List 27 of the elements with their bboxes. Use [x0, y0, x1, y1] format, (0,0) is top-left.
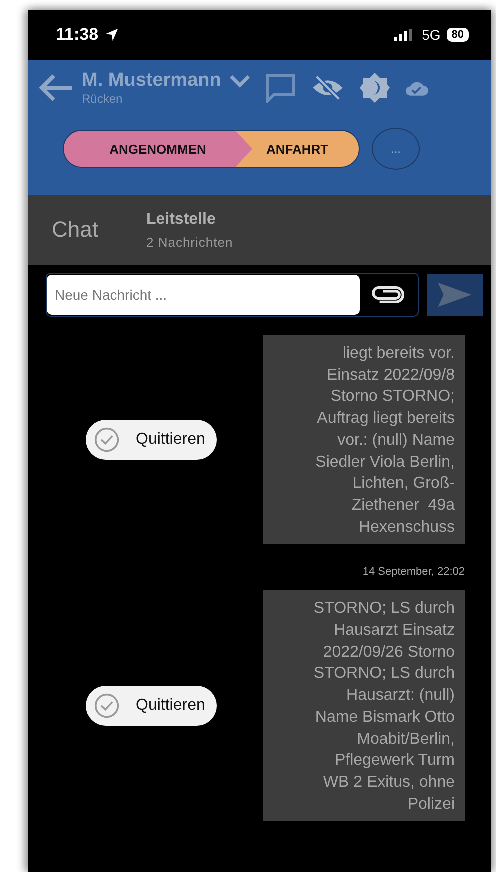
brightness-icon[interactable]: [359, 72, 392, 104]
message-date: 14 September, 22:02: [362, 566, 465, 578]
status-time: 11:38: [56, 25, 99, 45]
chat-icon[interactable]: [265, 73, 298, 103]
chat-label: Chat: [52, 217, 98, 243]
paperclip-icon[interactable]: [370, 286, 404, 304]
eye-slash-icon[interactable]: [311, 75, 346, 101]
check-circle-icon: [94, 692, 120, 719]
patient-subtitle: Rücken: [82, 92, 124, 106]
back-arrow-icon[interactable]: [38, 73, 74, 103]
status-step[interactable]: ANGENOMMEN: [63, 130, 253, 168]
channel-name: Leitstelle: [146, 210, 217, 228]
acknowledge-button[interactable]: Quittieren: [86, 420, 218, 460]
check-circle-icon: [94, 426, 120, 453]
location-arrow-icon: [104, 28, 119, 42]
battery-indicator: 80: [446, 28, 469, 42]
signal-icon: [394, 29, 412, 41]
message-field[interactable]: Neue Nachricht ...: [46, 273, 419, 317]
status-step[interactable]: ANFAHRT: [235, 130, 360, 168]
cloud-check-icon[interactable]: [405, 80, 430, 96]
chevron-down-icon[interactable]: [229, 74, 252, 88]
acknowledge-button[interactable]: Quittieren: [86, 686, 218, 726]
send-button[interactable]: [427, 274, 483, 316]
message-bubble: liegt bereits vor. Einsatz 2022/09/8 Storno STORNO; Auftrag liegt bereits vor.: (null) Name Siedler Viola Berlin, Lichten, Groß- Ziethener 49a Hexenschuss: [263, 335, 465, 544]
message-count: 2 Nachrichten: [146, 234, 234, 250]
network-label: 5G: [422, 27, 441, 43]
message-bubble: STORNO; LS durch Hausarzt Einsatz 2022/09/26 Storno STORNO; LS durch Hausarzt: (null) Name Bismark Otto Moabit/Berlin, Pflegewerk Turm WB 2 Exitus, ohne Polizei: [263, 590, 465, 822]
